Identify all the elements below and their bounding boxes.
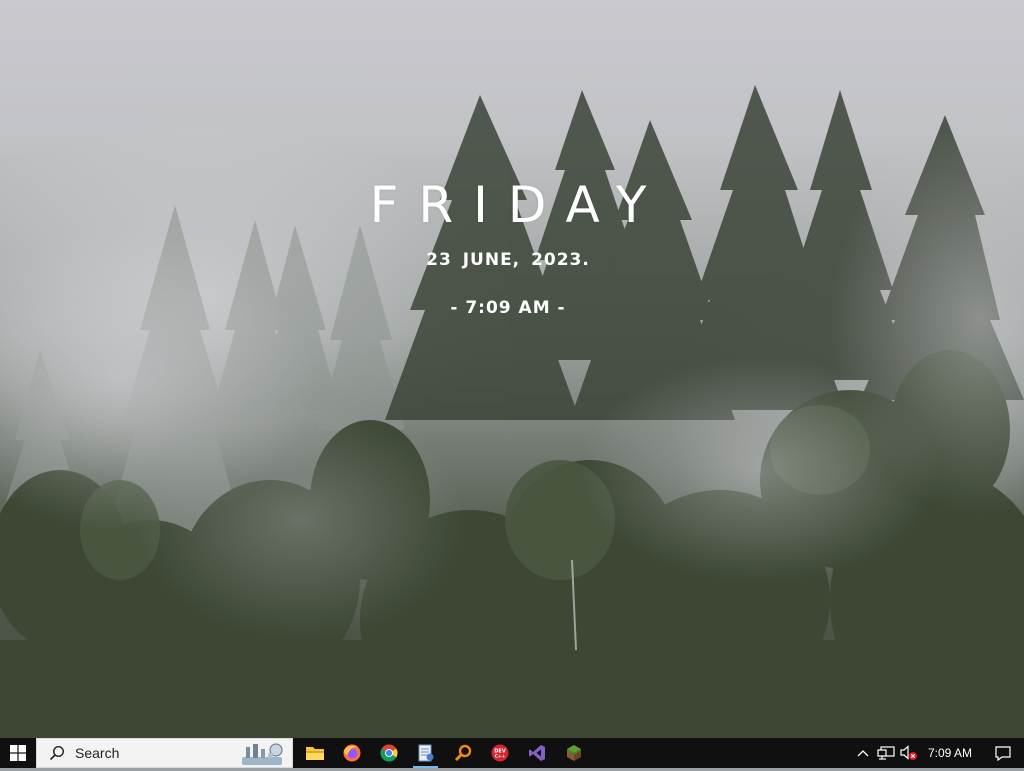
taskbar: Search DEV C++ 7:09 AM	[0, 738, 1024, 768]
taskbar-app-visual-studio[interactable]	[518, 738, 555, 768]
search-highlight-illustration-icon[interactable]	[240, 741, 286, 771]
notepad-document-icon	[418, 744, 433, 762]
fog-overlay	[0, 0, 1024, 738]
action-center-icon	[995, 745, 1011, 761]
network-icon	[877, 746, 895, 760]
volume-muted-icon	[900, 745, 917, 760]
svg-text:C++: C++	[494, 754, 505, 760]
taskbar-app-dev[interactable]: DEV C++	[481, 738, 518, 768]
taskbar-app-search-tool[interactable]	[444, 738, 481, 768]
tray-clock[interactable]: 7:09 AM	[920, 738, 982, 768]
tray-overflow-button[interactable]	[852, 738, 874, 768]
widget-date: 23 JUNE, 2023.	[426, 250, 590, 270]
date-time-widget: FRIDAY 23 JUNE, 2023. - 7:09 AM -	[312, 176, 704, 318]
widget-day-name: FRIDAY	[369, 176, 667, 234]
taskbar-app-file-explorer[interactable]	[296, 738, 333, 768]
desktop-wallpaper	[0, 0, 1024, 738]
taskbar-app-minecraft[interactable]	[555, 738, 592, 768]
taskbar-app-firefox[interactable]	[333, 738, 370, 768]
tray-volume-button[interactable]	[898, 738, 920, 768]
widget-time: - 7:09 AM -	[450, 298, 566, 318]
pinned-apps: DEV C++	[296, 738, 592, 768]
chrome-icon	[379, 744, 398, 762]
minecraft-icon	[566, 745, 581, 761]
dev-app-icon: DEV C++	[491, 744, 508, 762]
firefox-icon	[343, 744, 360, 762]
search-tool-icon	[454, 744, 471, 762]
taskbar-search-box[interactable]: Search	[36, 738, 293, 768]
system-tray: 7:09 AM	[852, 738, 1024, 768]
taskbar-app-chrome[interactable]	[370, 738, 407, 768]
start-button[interactable]	[0, 738, 36, 768]
taskbar-app-notepad[interactable]	[407, 738, 444, 768]
chevron-up-icon	[857, 750, 869, 757]
tray-network-button[interactable]	[874, 738, 898, 768]
visual-studio-icon	[528, 745, 545, 761]
file-explorer-icon	[305, 747, 324, 760]
search-placeholder: Search	[75, 745, 120, 761]
action-center-button[interactable]	[982, 738, 1024, 768]
search-icon	[49, 745, 65, 761]
windows-logo-icon	[10, 745, 26, 761]
